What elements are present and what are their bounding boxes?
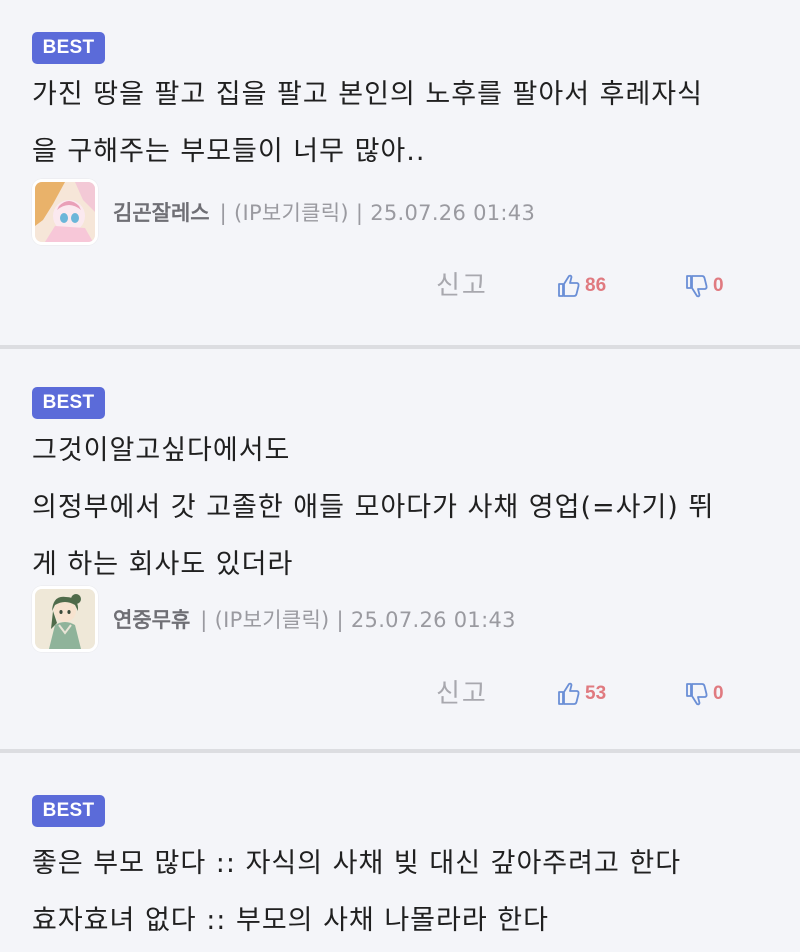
thumbs-down-icon [686,275,708,298]
comment-info: | (IP보기클릭) | 25.07.26 01:43 [200,608,516,632]
comment-text: 좋은 부모 많다 :: 자식의 사채 빚 대신 갚아주려고 한다 효자효녀 없다… [32,835,772,949]
thumbs-up-icon [558,682,580,705]
author-name[interactable]: 김곤잘레스 [113,197,210,227]
avatar[interactable] [32,179,98,245]
dislike-button[interactable]: 0 [684,674,724,714]
comment-text-line: 을 구해주는 부모들이 너무 많아.. [32,136,426,167]
comment-item: BEST 가진 땅을 팔고 집을 팔고 본인의 노후를 팔아서 후레자식 을 구… [0,0,800,345]
comment-item: BEST 그것이알고싶다에서도 의정부에서 갓 고졸한 애들 모아다가 사채 영… [0,349,800,749]
like-count: 86 [585,275,607,296]
comment-text-line: 그것이알고싶다에서도 [32,435,291,466]
comment-text: 가진 땅을 팔고 집을 팔고 본인의 노후를 팔아서 후레자식 을 구해주는 부… [32,66,772,180]
dislike-count: 0 [713,275,724,296]
avatar[interactable] [32,586,98,652]
best-badge: BEST [32,795,105,827]
like-button[interactable]: 86 [556,266,606,306]
dislike-button[interactable]: 0 [684,266,724,306]
comment-text-line: 좋은 부모 많다 :: 자식의 사채 빚 대신 갚아주려고 한다 [32,848,682,879]
best-badge: BEST [32,387,105,419]
thumbs-down-icon [686,683,708,706]
comment-info: | (IP보기클릭) | 25.07.26 01:43 [219,201,536,225]
author-name[interactable]: 연중무휴 [113,604,190,634]
dislike-count: 0 [713,683,724,704]
thumbs-up-icon [558,274,580,297]
comment-actions: 신고 53 0 [0,674,800,714]
comment-meta: 김곤잘레스 | (IP보기클릭) | 25.07.26 01:43 [32,178,535,246]
like-button[interactable]: 53 [556,674,606,714]
comment-item: BEST 좋은 부모 많다 :: 자식의 사채 빚 대신 갚아주려고 한다 효자… [0,753,800,952]
best-badge: BEST [32,32,105,64]
comment-text-line: 의정부에서 갓 고졸한 애들 모아다가 사채 영업(=사기) 뛰 [32,492,715,523]
like-count: 53 [585,683,607,704]
comment-text: 그것이알고싶다에서도 의정부에서 갓 고졸한 애들 모아다가 사채 영업(=사기… [32,422,772,593]
comment-text-line: 가진 땅을 팔고 집을 팔고 본인의 노후를 팔아서 후레자식 [32,79,703,110]
comment-text-line: 효자효녀 없다 :: 부모의 사채 나몰라라 한다 [32,905,549,936]
comment-actions: 신고 86 0 [0,266,800,306]
comment-meta: 연중무휴 | (IP보기클릭) | 25.07.26 01:43 [32,585,516,653]
report-button[interactable]: 신고 [436,266,488,306]
report-button[interactable]: 신고 [436,674,488,714]
